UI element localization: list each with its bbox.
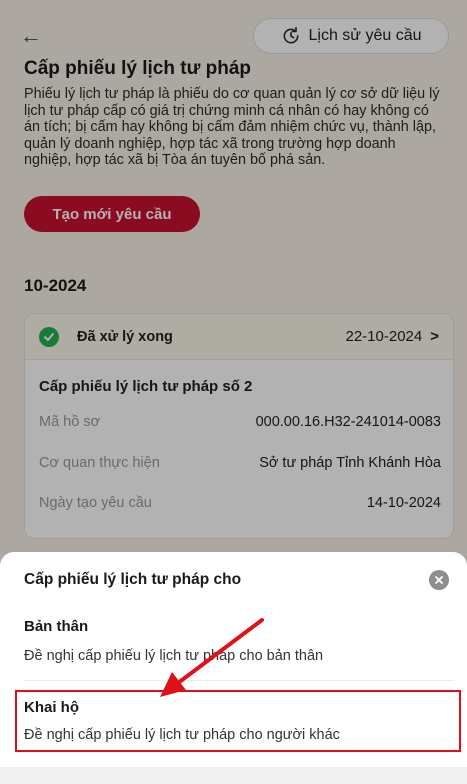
- option-self-title: Bản thân: [24, 618, 89, 635]
- sheet-title: Cấp phiếu lý lịch tư pháp cho: [24, 571, 242, 588]
- close-icon: [435, 576, 443, 584]
- divider: [24, 680, 454, 681]
- sheet-footer: [0, 767, 467, 784]
- option-self-desc: Đề nghị cấp phiếu lý lịch tư pháp cho bả…: [24, 648, 324, 664]
- highlight-box: [15, 690, 461, 752]
- close-button[interactable]: [429, 570, 449, 590]
- bottom-sheet: Cấp phiếu lý lịch tư pháp cho Bản thân Đ…: [0, 552, 467, 784]
